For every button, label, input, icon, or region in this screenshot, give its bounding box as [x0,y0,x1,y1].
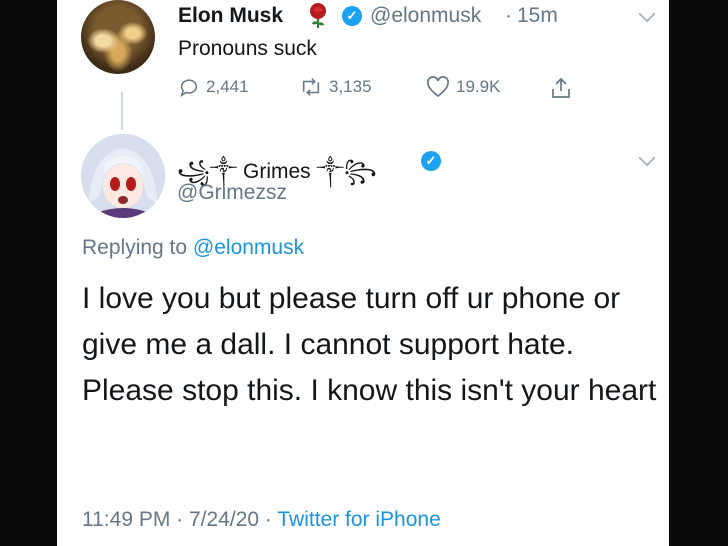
tweet2-text: I love you but please turn off ur phone … [82,282,657,407]
grimes-avatar[interactable] [81,134,165,218]
like-button[interactable]: 19.9K [426,76,500,98]
retweet-button[interactable]: 3,135 [299,76,372,98]
tweet-footer: 11:49 PM · 7/24/20 · Twitter for iPhone [82,508,441,532]
tweet1-text: Pronouns suck [178,37,317,60]
tweet1-actions: 2,441 3,135 19.9K [178,76,598,102]
replying-prefix: Replying to [82,236,188,259]
chevron-down-icon[interactable] [638,5,656,23]
tweet-card: Elon Musk ✓ @elonmusk · 15m Pronouns suc… [57,0,669,546]
reply-count: 2,441 [206,77,249,96]
reply-button[interactable]: 2,441 [178,76,249,98]
reply-icon [180,79,198,97]
share-button[interactable] [550,76,572,100]
retweet-icon [302,78,320,96]
elon-name[interactable]: Elon Musk [178,4,283,28]
like-icon [427,76,449,98]
replying-to: Replying to @elonmusk [82,236,304,260]
tweet-timestamp[interactable]: 11:49 PM · 7/24/20 · [82,508,272,531]
verified-badge-icon: ✓ [342,6,362,26]
elon-avatar[interactable] [81,0,155,74]
rose-icon [310,3,326,28]
tweet-time[interactable]: 15m [517,4,558,28]
anime-avatar-icon [81,134,165,218]
elon-handle[interactable]: @elonmusk [370,4,481,28]
tweet-source-link[interactable]: Twitter for iPhone [277,508,440,531]
thread-line [121,92,123,130]
like-count: 19.9K [456,77,501,96]
meta-separator: · [505,4,512,27]
verified-badge-icon: ✓ [421,151,441,171]
reply-mention-link[interactable]: @elonmusk [193,236,304,259]
retweet-count: 3,135 [329,77,372,96]
chevron-down-icon[interactable] [638,149,656,167]
grimes-handle[interactable]: @Grimezsz [177,181,287,205]
share-icon [552,77,570,98]
